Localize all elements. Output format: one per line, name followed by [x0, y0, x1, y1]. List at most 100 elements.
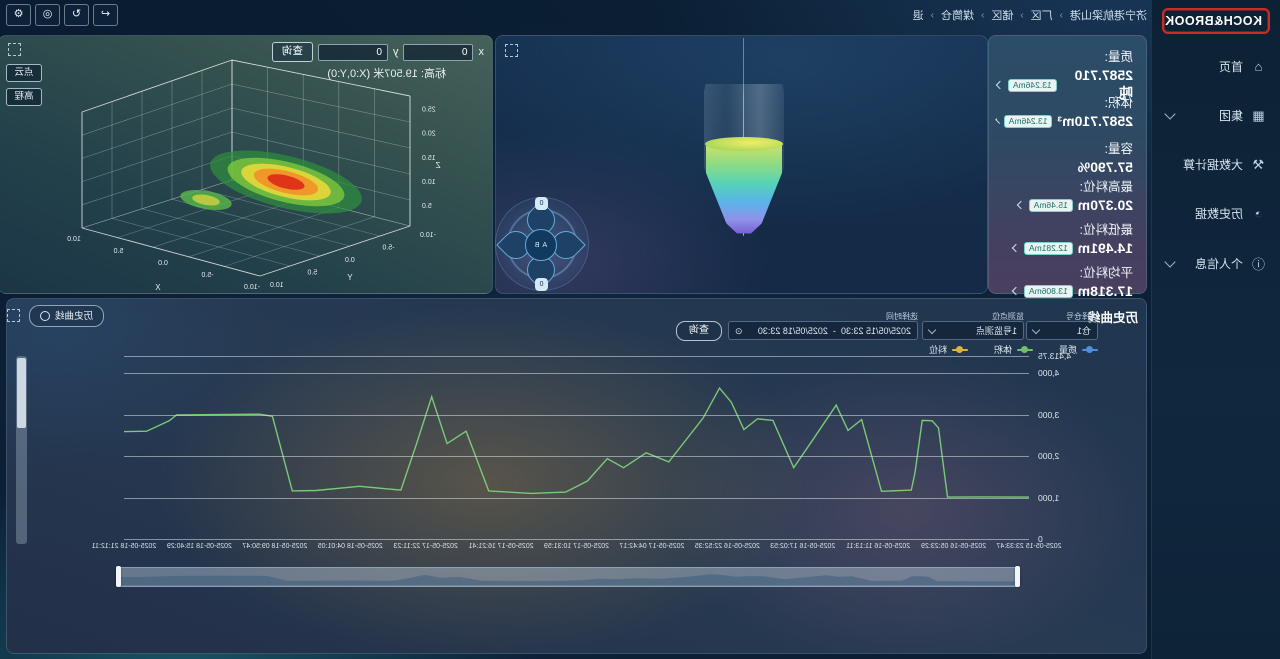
axis-tick-label: 5.0	[114, 248, 124, 255]
legend-label: 料位	[929, 343, 947, 356]
pad-top-badge[interactable]: 0	[535, 197, 548, 210]
series-line-volume	[124, 388, 1029, 497]
sidebar-item-group[interactable]: ▦集团	[1152, 91, 1280, 140]
info-icon: ⓘ	[1251, 254, 1266, 273]
wireframe-line	[82, 132, 232, 182]
settings-icon[interactable]: ⚙	[6, 4, 31, 26]
stat-value-row: 57.790%	[997, 159, 1133, 175]
window-toolbar: ↩↻◎⚙	[6, 4, 118, 26]
history-line-chart[interactable]	[124, 356, 1029, 539]
stat-row: 最低料位:14.491m12.281mA	[997, 219, 1133, 256]
sidebar-item-home[interactable]: ⌂首页	[1152, 42, 1280, 91]
x-axis-label: 2025-05-16 22:52:35	[687, 543, 767, 550]
silo-panel: 0 0 A B	[495, 35, 988, 294]
history-query-button[interactable]: 查询	[676, 321, 722, 341]
axis-tick-label: 20.0	[422, 131, 436, 138]
vertical-zoom-handle[interactable]	[17, 358, 26, 428]
chevron-down-icon	[1164, 256, 1175, 267]
breadcrumb-item[interactable]: 厂区	[1031, 7, 1053, 23]
breadcrumb-item[interactable]: 退	[913, 7, 924, 23]
pad-center-button[interactable]: A B	[525, 229, 557, 261]
x-axis-label: 2025-05-18 21:12:11	[84, 543, 164, 550]
chevron-down-icon	[1164, 108, 1175, 119]
y-axis-label: 2,000	[1038, 451, 1146, 461]
breadcrumb-item[interactable]: 储区	[991, 7, 1013, 23]
stat-value-row: 20.370m15.46mA	[997, 197, 1133, 213]
wireframe-line	[189, 208, 339, 257]
history-panel: 历史曲线 选择仓号 仓1 监测点位 1号监测点 选择时间 2025/05/15 …	[6, 298, 1147, 654]
stat-value: 14.491m	[1078, 240, 1133, 256]
stat-value: 2587.710m³	[1057, 113, 1133, 129]
chevron-right-icon[interactable]	[1012, 287, 1020, 295]
y-axis-label: 4,413.75	[1038, 351, 1146, 361]
legend-item[interactable]: 体积	[994, 343, 1033, 356]
record-icon[interactable]: ◎	[35, 4, 60, 26]
pad-bottom-badge[interactable]: 0	[535, 278, 548, 291]
compute-icon: ⚒	[1251, 157, 1266, 173]
brand-logo: KOCH&BROOK	[1162, 8, 1270, 34]
axis-tick-label: -5.0	[382, 245, 394, 252]
axis-tick-label: 25.0	[422, 107, 436, 114]
history-pill-button[interactable]: 历史曲线	[29, 305, 104, 327]
vertical-zoom-slider[interactable]	[16, 356, 27, 544]
grid-line	[124, 539, 1029, 540]
sidebar-item-profile[interactable]: ⓘ 个人信息	[1152, 238, 1280, 289]
time-range-input[interactable]: 2025/05/15 23:30 - 2025/05/18 23:30 ⊙	[728, 321, 918, 340]
sidebar-item-bigdata[interactable]: ⚒大数据计算	[1152, 140, 1280, 189]
surface-3d-plot[interactable]: 5.010.015.020.025.0-10.0-5.00.05.010.0-1…	[26, 40, 478, 292]
x-axis-label: 2025-05-15 23:33:47	[989, 543, 1069, 550]
slider-left-handle[interactable]	[1015, 566, 1020, 587]
legend-item[interactable]: 料位	[929, 343, 968, 356]
grid-line	[124, 498, 1029, 499]
slider-right-handle[interactable]	[116, 566, 121, 587]
history-icon: ◔	[1251, 206, 1266, 221]
stat-value: 20.370m	[1078, 197, 1133, 213]
chevron-right-icon[interactable]	[1016, 201, 1024, 209]
axis-tick-label: -5.0	[201, 272, 213, 279]
chevron-right-icon[interactable]	[1012, 244, 1020, 252]
chevron-right-icon[interactable]	[995, 118, 1000, 123]
pill-label: 历史曲线	[55, 307, 93, 326]
breadcrumb-item[interactable]: 煤筒仓	[941, 7, 974, 23]
x-axis-label: 2025-05-18 15:40:29	[159, 543, 239, 550]
sidebar-item-label: 历史数据	[1195, 205, 1243, 222]
time-start-value: 2025/05/15 23:30	[841, 323, 911, 339]
wireframe-line	[82, 108, 232, 158]
axis-tick-label: X	[155, 283, 161, 292]
stat-value-row: 17.318m13.806mA	[997, 283, 1133, 299]
silo-material-fill	[706, 144, 781, 233]
point-select[interactable]: 1号监测点	[922, 321, 1024, 340]
datazoom-slider[interactable]	[117, 567, 1019, 587]
axis-tick-label: 10.0	[270, 282, 284, 289]
silo-3d-view[interactable]	[704, 84, 784, 234]
refresh-icon[interactable]: ↻	[64, 4, 89, 26]
sidebar-item-label: 首页	[1219, 58, 1243, 75]
expand-icon[interactable]	[7, 309, 20, 322]
sidebar-item-history[interactable]: ◔ 历史数据	[1152, 189, 1280, 238]
breadcrumb-separator: ›	[1060, 10, 1063, 21]
topbar: 济宁港航梁山港›厂区›储区›煤筒仓›退 ↩↻◎⚙	[0, 0, 1147, 30]
axis-tick-label: -10.0	[244, 284, 260, 291]
legend-marker	[952, 349, 968, 351]
chevron-right-icon[interactable]	[996, 81, 1004, 89]
breadcrumb-separator: ›	[981, 10, 984, 21]
stat-row: 平均料位:17.318m13.806mA	[997, 262, 1133, 299]
back-icon[interactable]: ↩	[93, 4, 118, 26]
bin-select[interactable]: 仓1	[1026, 321, 1098, 340]
sidebar-item-label: 个人信息	[1195, 255, 1243, 272]
stat-row: 最高料位:20.370m15.46mA	[997, 176, 1133, 213]
axis-tick-label: -10.0	[420, 232, 436, 239]
camera-pad[interactable]: 0 0 A B	[496, 198, 588, 290]
expand-icon[interactable]	[505, 44, 518, 57]
x-axis-label: 2025-05-17 22:11:23	[386, 543, 466, 550]
expand-icon[interactable]	[8, 43, 21, 56]
grid-line	[124, 456, 1029, 457]
grid-line	[124, 415, 1029, 416]
y-axis-label: 4,000	[1038, 368, 1146, 378]
breadcrumb-separator: ›	[931, 10, 934, 21]
axis-tick-label: 5.0	[422, 203, 432, 210]
breadcrumb-item[interactable]: 济宁港航梁山港	[1070, 7, 1147, 23]
stat-value-row: 2587.710m³ 13.246mA	[997, 113, 1133, 129]
point-select-value: 1号监测点	[976, 323, 1017, 339]
current-ma-badge: 13.246mA	[1004, 115, 1053, 128]
